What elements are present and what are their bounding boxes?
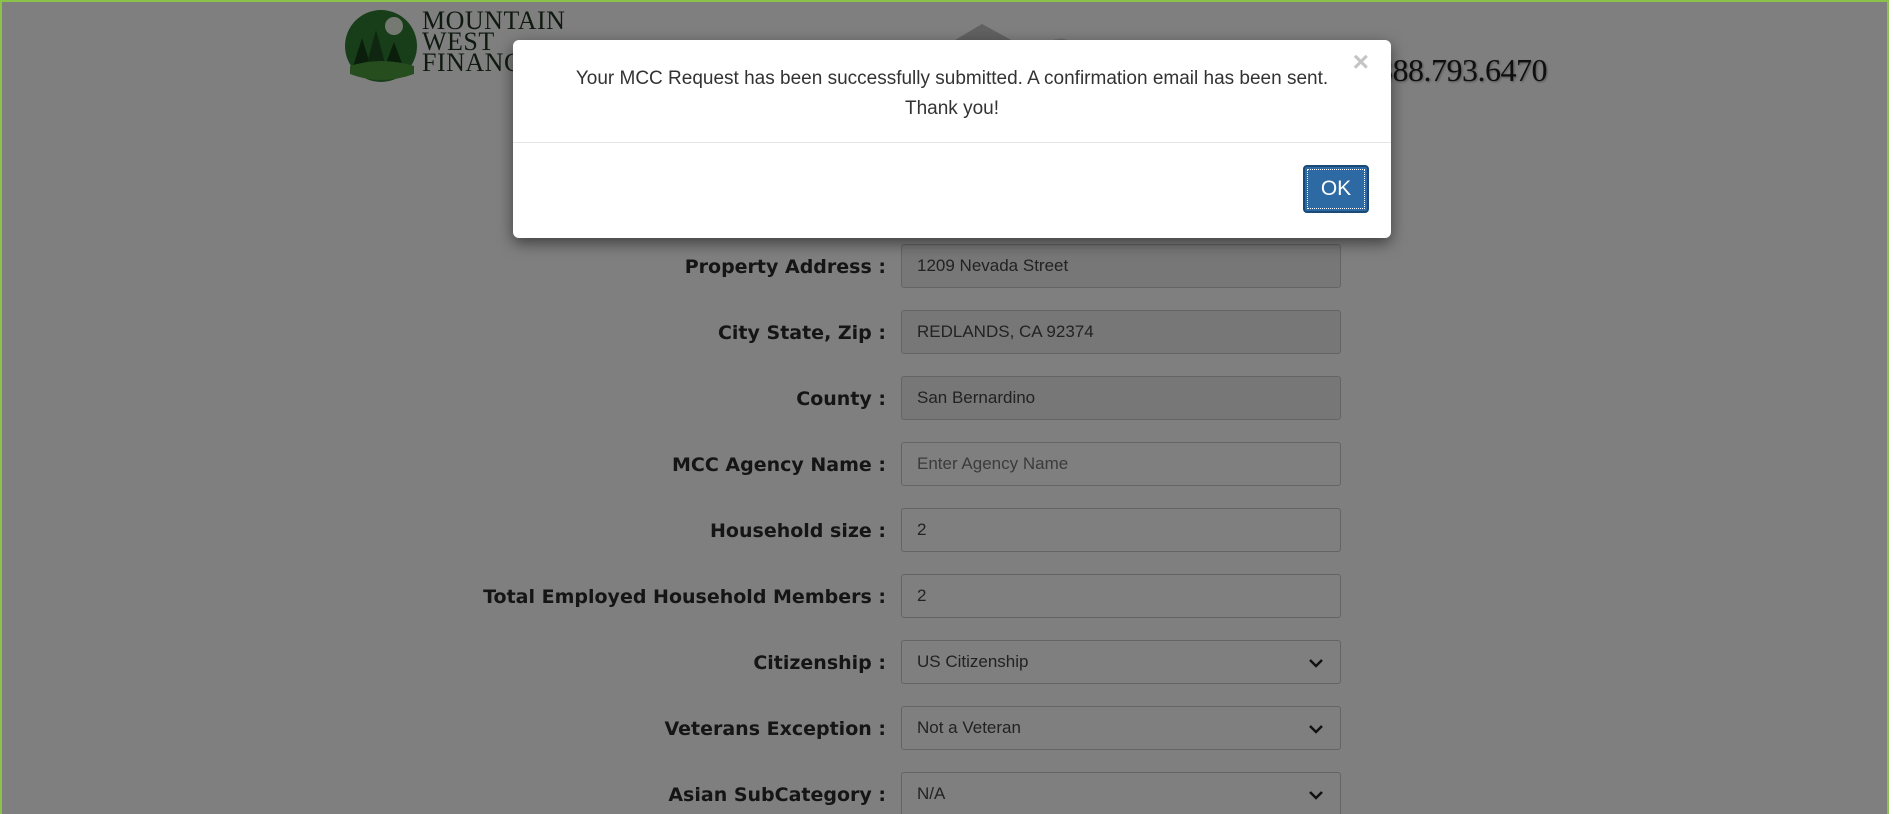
dialog-body: × Your MCC Request has been successfully… xyxy=(513,40,1391,143)
close-icon[interactable]: × xyxy=(1353,48,1369,76)
dialog-footer: OK xyxy=(513,143,1391,238)
success-dialog: × Your MCC Request has been successfully… xyxy=(513,40,1391,238)
ok-button[interactable]: OK xyxy=(1303,165,1369,213)
dialog-message: Your MCC Request has been successfully s… xyxy=(575,68,1329,119)
page-frame: MOUNTAIN WEST FINANCIAL 888.793.6470 Pro… xyxy=(0,0,1889,814)
